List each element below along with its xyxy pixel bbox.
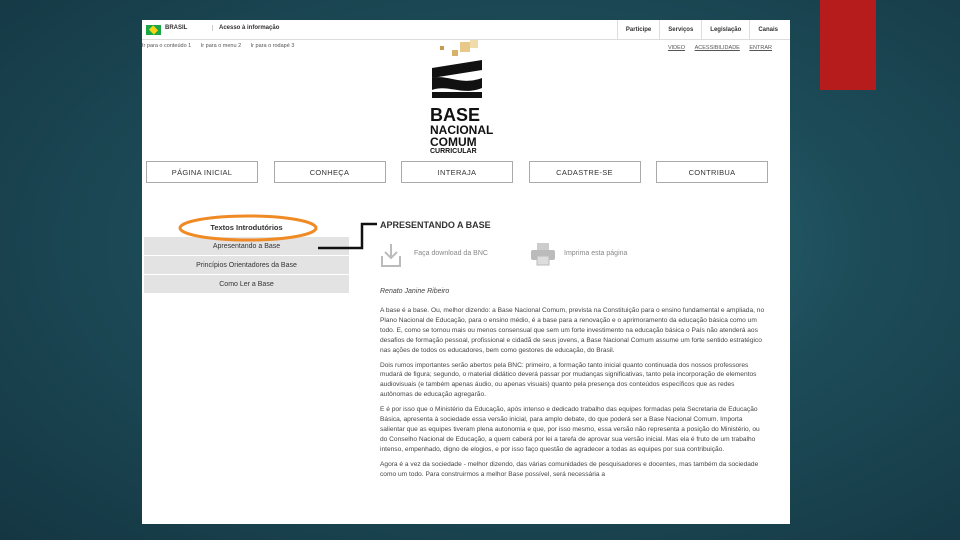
- main-nav: PÁGINA INICIAL CONHEÇA INTERAJA CADASTRE…: [146, 161, 768, 183]
- sidebar-item-como-ler[interactable]: Como Ler a Base: [144, 275, 349, 293]
- gov-link-legislacao[interactable]: Legislação: [701, 20, 749, 40]
- gov-links: Participe Serviços Legislação Canais: [616, 20, 786, 40]
- paragraph: A base é a base. Ou, melhor dizendo: a B…: [380, 307, 765, 354]
- nav-conheca[interactable]: CONHEÇA: [273, 161, 386, 183]
- page-title: APRESENTANDO A BASE: [380, 220, 491, 230]
- gov-link-participe[interactable]: Participe: [616, 20, 659, 40]
- website-screenshot: BRASIL Acesso à informação Participe Ser…: [142, 20, 790, 524]
- skip-links: Ir para o conteúdo 1 Ir para o menu 2 Ir…: [142, 43, 302, 49]
- video-link[interactable]: VIDEO: [668, 45, 685, 51]
- skip-content-link[interactable]: Ir para o conteúdo 1: [142, 43, 191, 49]
- paragraph: Dois rumos importantes serão abertos pel…: [380, 361, 757, 399]
- gov-acesso-link[interactable]: Acesso à informação: [212, 25, 279, 31]
- gov-link-servicos[interactable]: Serviços: [659, 20, 701, 40]
- sidebar-item-principios[interactable]: Princípios Orientadores da Base: [144, 256, 349, 274]
- sidebar-item-apresentando[interactable]: Apresentando a Base: [144, 237, 349, 255]
- print-link[interactable]: Imprima esta página: [564, 250, 627, 257]
- red-accent-block: [820, 0, 876, 90]
- bncc-logo-text: BASE NACIONAL COMUM CURRICULAR: [430, 106, 493, 155]
- skip-menu-link[interactable]: Ir para o menu 2: [201, 43, 241, 49]
- author-name: Renato Janine Ribeiro: [380, 288, 450, 295]
- nav-cadastre-se[interactable]: CADASTRE-SE: [528, 161, 641, 183]
- accessibility-link[interactable]: ACESSIBILIDADE: [695, 45, 740, 51]
- nav-pagina-inicial[interactable]: PÁGINA INICIAL: [146, 161, 258, 183]
- nav-interaja[interactable]: INTERAJA: [401, 161, 513, 183]
- gov-link-canais[interactable]: Canais: [749, 20, 786, 40]
- gov-bar: BRASIL Acesso à informação Participe Ser…: [142, 20, 790, 40]
- sidebar-heading[interactable]: Textos Introdutórios: [144, 218, 349, 236]
- download-icon[interactable]: [380, 242, 402, 268]
- nav-contribua[interactable]: CONTRIBUA: [656, 161, 768, 183]
- paragraph: E é por isso que o Ministério da Educaçã…: [380, 406, 760, 453]
- logo-line-3: COMUM: [430, 135, 477, 149]
- article-body: A base é a base. Ou, melhor dizendo: a B…: [380, 306, 768, 485]
- download-link[interactable]: Faça download da BNC: [414, 250, 488, 257]
- logo-line-4: CURRICULAR: [430, 148, 477, 155]
- paragraph: Agora é a vez da sociedade - melhor dize…: [380, 460, 759, 478]
- gov-brasil-link[interactable]: BRASIL: [165, 25, 187, 31]
- login-link[interactable]: ENTRAR: [749, 45, 772, 51]
- bncc-logo-icon[interactable]: [430, 40, 482, 100]
- printer-icon[interactable]: [530, 242, 556, 266]
- skip-footer-link[interactable]: Ir para o rodapé 3: [251, 43, 295, 49]
- top-right-links: VIDEO ACESSIBILIDADE ENTRAR: [660, 45, 772, 51]
- sidebar: Textos Introdutórios Apresentando a Base…: [144, 218, 349, 294]
- logo-line-1: BASE: [430, 105, 481, 125]
- brazil-flag-icon: [146, 25, 161, 35]
